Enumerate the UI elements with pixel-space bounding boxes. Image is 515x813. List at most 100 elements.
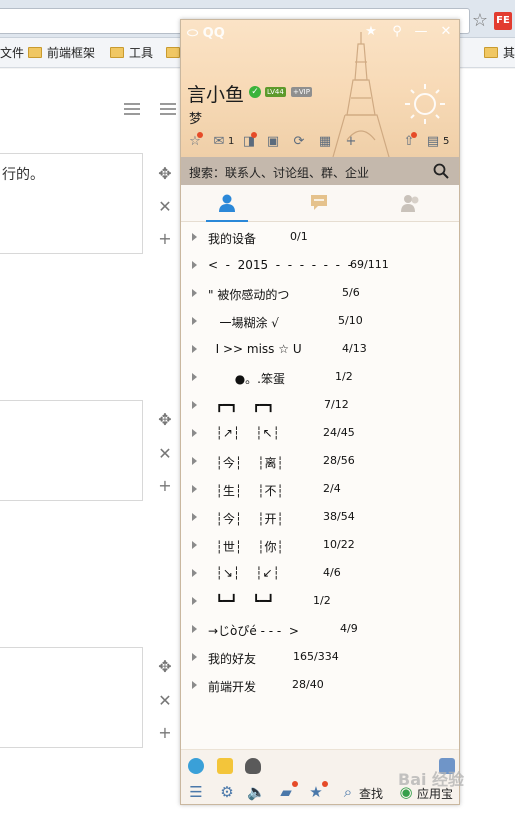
group-online-count: 1/2 [313,594,331,607]
expand-arrow-icon[interactable] [192,541,197,549]
contact-group[interactable]: 前端开发 28/40 [181,673,459,699]
online-status-icon[interactable]: ✓ [249,86,261,98]
list-view-icon[interactable] [124,103,140,117]
contact-group[interactable]: 我的好友 165/334 [181,645,459,671]
plus-icon[interactable]: + [155,229,175,249]
expand-arrow-icon[interactable] [192,401,197,409]
contact-group[interactable]: ┆世┆ ┆你┆ 10/22 [181,533,459,559]
expand-arrow-icon[interactable] [192,485,197,493]
expand-arrow-icon[interactable] [192,289,197,297]
qq-logo: ⬭ QQ [187,26,225,41]
close-icon[interactable]: ✕ [438,24,454,40]
plus-icon[interactable]: + [155,476,175,496]
close-icon[interactable]: ✕ [155,691,175,711]
find-search-icon[interactable]: ⌕ [339,783,357,801]
extension-button[interactable]: FE [494,12,512,30]
expand-arrow-icon[interactable] [192,513,197,521]
add-icon[interactable]: + [343,134,359,150]
contact-group[interactable]: ●。.笨蛋 1/2 [181,365,459,391]
contact-group[interactable]: ┏━┓ ┏━┓ 7/12 [181,393,459,419]
notes-app-icon[interactable] [217,758,233,774]
group-online-count: 10/22 [323,538,355,551]
eiffel-tower-icon [332,32,390,157]
contact-group[interactable]: →じòぴé - - - > 4/9 [181,617,459,643]
contact-group[interactable]: ┆生┆ ┆不┆ 2/4 [181,477,459,503]
contact-group[interactable]: ┆今┆ ┆离┆ 28/56 [181,449,459,475]
bookmark-folder[interactable]: 前端框架 [28,44,95,62]
vip-badge[interactable]: +VIP [291,87,312,97]
contact-group[interactable]: 一場糊涂 √ 5/10 [181,309,459,335]
group-name: < - 2015 - - - - - - - [208,258,352,272]
bookmark-star-icon[interactable]: ☆ [470,10,490,32]
search-input[interactable]: 搜索：联系人、讨论组、群、企业 [189,164,369,181]
contact-group[interactable]: ┗━┛ ┗━┛ 1/2 [181,589,459,615]
move-icon[interactable]: ✥ [155,657,175,677]
group-online-count: 4/13 [342,342,367,355]
move-icon[interactable]: ✥ [155,164,175,184]
main-menu-icon[interactable]: ☰ [187,783,205,801]
expand-arrow-icon[interactable] [192,261,197,269]
mail-icon[interactable]: ✉ [211,134,227,150]
app-icon[interactable]: ▦ [317,134,333,150]
contact-group[interactable]: ┆今┆ ┆开┆ 38/54 [181,505,459,531]
search-icon[interactable] [433,163,449,179]
bookmark-folder[interactable]: 其 [484,44,515,62]
signature[interactable]: 梦 [189,108,202,127]
find-button[interactable]: 查找 [359,785,383,802]
contact-group[interactable]: ┆↘┆ ┆↙┆ 4/6 [181,561,459,587]
watermark: Bai 经验 [398,770,465,789]
message-box-icon[interactable]: ▤ [425,134,441,150]
expand-arrow-icon[interactable] [192,429,197,437]
expand-arrow-icon[interactable] [192,457,197,465]
penguin-app-icon[interactable] [245,758,261,774]
close-icon[interactable]: ✕ [155,197,175,217]
wallet-icon[interactable]: ▣ [265,134,281,150]
group-online-count: 7/12 [324,398,349,411]
weather-sun-icon[interactable] [403,82,447,126]
share-icon[interactable]: ⟳ [291,134,307,150]
expand-arrow-icon[interactable] [192,681,197,689]
settings-gear-icon[interactable]: ⚙ [218,783,236,801]
group-online-count: 1/2 [335,370,353,383]
group-online-count: 4/9 [340,622,358,635]
group-name: 我的好友 [208,652,257,666]
contact-group[interactable]: " 被你感动的つ 5/6 [181,281,459,307]
contact-group[interactable]: 我的设备 0/1 [181,225,459,251]
expand-arrow-icon[interactable] [192,345,197,353]
list-view-icon[interactable] [160,103,176,117]
contact-group[interactable]: I >> miss ☆ U 4/13 [181,337,459,363]
contact-group[interactable]: ┆↗┆ ┆↖┆ 24/45 [181,421,459,447]
skin-icon[interactable]: ★ [363,24,379,40]
group-name: ┆今┆ ┆离┆ [208,456,284,470]
bookmark-folder[interactable]: 工具 [110,44,153,62]
folder-icon [28,47,42,58]
group-online-count: 5/6 [342,286,360,299]
group-name: ┆↘┆ ┆↙┆ [208,566,280,580]
group-name: 前端开发 [208,680,257,694]
close-icon[interactable]: ✕ [155,444,175,464]
nickname[interactable]: 言小鱼 [187,80,244,107]
contact-group[interactable]: < - 2015 - - - - - - -69/111 [181,253,459,279]
tab-groups[interactable] [365,185,457,222]
tab-recent-chats[interactable] [273,185,365,222]
move-icon[interactable]: ✥ [155,410,175,430]
expand-arrow-icon[interactable] [192,317,197,325]
settings-icon[interactable]: ⚲ [389,24,405,40]
folder-icon [166,47,180,58]
volume-icon[interactable]: 🔈 [247,783,266,801]
search-bar[interactable]: 搜索：联系人、讨论组、群、企业 [181,157,459,185]
expand-arrow-icon[interactable] [192,233,197,241]
plus-icon[interactable]: + [155,723,175,743]
browser-app-icon[interactable] [188,758,204,774]
expand-arrow-icon[interactable] [192,653,197,661]
expand-arrow-icon[interactable] [192,373,197,381]
expand-arrow-icon[interactable] [192,569,197,577]
minimize-icon[interactable]: — [413,24,429,40]
group-name: ┆生┆ ┆不┆ [208,484,284,498]
expand-arrow-icon[interactable] [192,597,197,605]
tab-contacts[interactable] [181,185,273,222]
group-online-count: 69/111 [350,258,389,271]
level-badge[interactable]: LV44 [265,87,286,97]
expand-arrow-icon[interactable] [192,625,197,633]
bookmark-item[interactable]: 文件 [0,44,24,62]
